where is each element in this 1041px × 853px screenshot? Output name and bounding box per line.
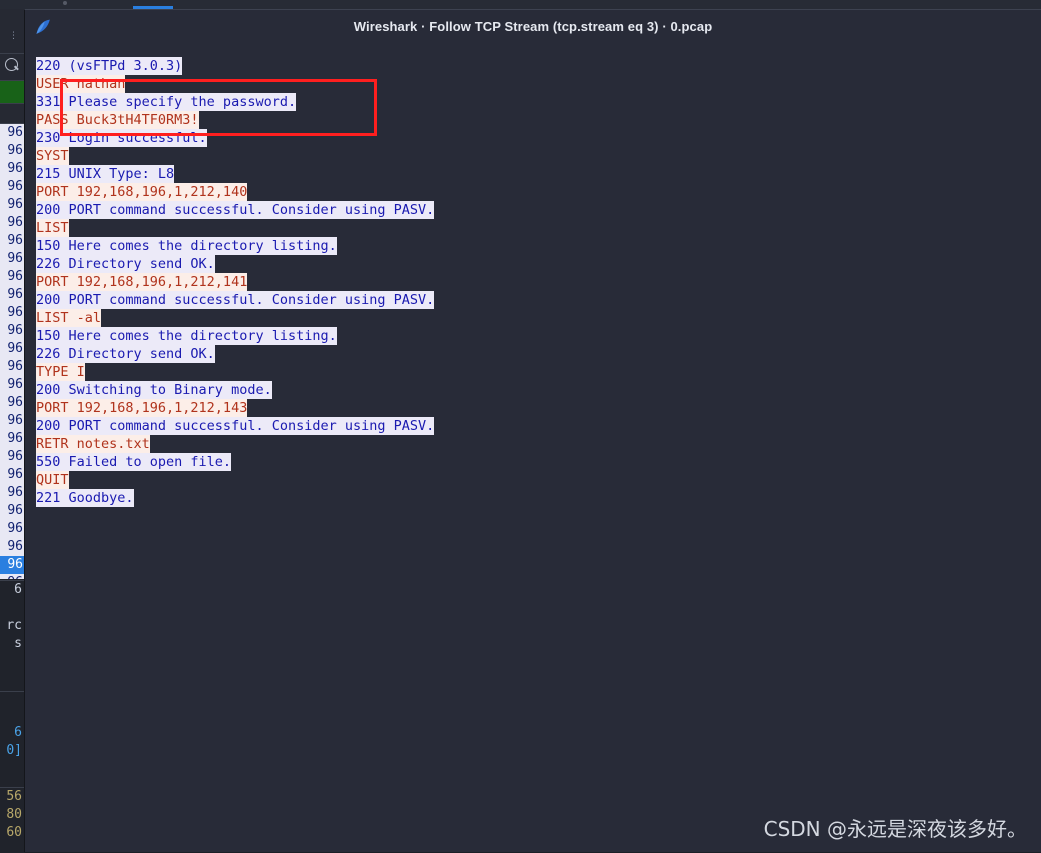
packet-row[interactable]: 96 bbox=[0, 484, 24, 502]
subtree-text: 0] bbox=[6, 743, 22, 758]
packet-row[interactable]: 96 bbox=[0, 574, 24, 579]
packet-row[interactable]: 96 bbox=[0, 124, 24, 142]
bytes-text: 60 bbox=[6, 825, 22, 840]
stream-line-server: 230 Login successful. bbox=[36, 129, 207, 147]
stream-line-server: 200 PORT command successful. Consider us… bbox=[36, 291, 435, 309]
packet-row[interactable]: 96 bbox=[0, 160, 24, 178]
packet-row[interactable]: 96 bbox=[0, 412, 24, 430]
stream-line-client: TYPE I bbox=[36, 363, 85, 381]
dialog-title: Wireshark · Follow TCP Stream (tcp.strea… bbox=[353, 19, 713, 34]
packet-row[interactable]: 96 bbox=[0, 304, 24, 322]
display-filter-input-sliver[interactable] bbox=[0, 81, 24, 104]
packet-row[interactable]: 96 bbox=[0, 448, 24, 466]
stream-line-client: LIST bbox=[36, 219, 69, 237]
packet-bytes-pane-sliver[interactable]: 56 80 60 bbox=[0, 787, 24, 853]
packet-row[interactable]: 96 bbox=[0, 268, 24, 286]
packet-row[interactable]: 96 bbox=[0, 196, 24, 214]
stream-line-server: 221 Goodbye. bbox=[36, 489, 134, 507]
stream-line-client: QUIT bbox=[36, 471, 69, 489]
packet-row[interactable]: 96 bbox=[0, 250, 24, 268]
stream-line-client: RETR notes.txt bbox=[36, 435, 150, 453]
stream-line-server: 200 PORT command successful. Consider us… bbox=[36, 417, 435, 435]
stream-line-server: 226 Directory send OK. bbox=[36, 255, 215, 273]
packet-row[interactable]: 96 bbox=[0, 466, 24, 484]
main-toolbar-sliver: ⋮ bbox=[0, 9, 24, 54]
packet-row[interactable]: 96 bbox=[0, 286, 24, 304]
stream-line-server: 200 PORT command successful. Consider us… bbox=[36, 201, 435, 219]
dialog-title-bar: Wireshark · Follow TCP Stream (tcp.strea… bbox=[25, 10, 1041, 46]
packet-list-sliver[interactable]: 96 96 96 96 96 96 96 96 96 96 96 96 96 9… bbox=[0, 124, 24, 579]
stream-line-server: 200 Switching to Binary mode. bbox=[36, 381, 272, 399]
packet-detail-pane-sliver[interactable]: 6 rc s bbox=[0, 580, 24, 691]
packet-row[interactable]: 96 bbox=[0, 376, 24, 394]
packet-row[interactable]: 96 bbox=[0, 178, 24, 196]
search-icon[interactable] bbox=[5, 58, 18, 71]
packet-row[interactable]: 96 bbox=[0, 340, 24, 358]
detail-text: s bbox=[14, 636, 22, 651]
stream-line-client: PORT 192,168,196,1,212,140 bbox=[36, 183, 248, 201]
detail-text: rc bbox=[6, 618, 22, 633]
tab-dot-icon bbox=[63, 1, 67, 5]
stream-line-server: 220 (vsFTPd 3.0.3) bbox=[36, 57, 183, 75]
column-header-sliver bbox=[0, 104, 24, 124]
packet-row[interactable]: 96 bbox=[0, 394, 24, 412]
packet-row[interactable]: 96 bbox=[0, 538, 24, 556]
stream-line-client: PORT 192,168,196,1,212,141 bbox=[36, 273, 248, 291]
stream-line-client: SYST bbox=[36, 147, 69, 165]
stream-line-server: 150 Here comes the directory listing. bbox=[36, 327, 337, 345]
subtree-text: 6 bbox=[14, 725, 22, 740]
follow-tcp-stream-dialog: Wireshark · Follow TCP Stream (tcp.strea… bbox=[24, 9, 1041, 852]
stream-content-view[interactable]: 220 (vsFTPd 3.0.3) USER nathan 331 Pleas… bbox=[25, 46, 1041, 852]
packet-row[interactable]: 96 bbox=[0, 520, 24, 538]
detail-text: 6 bbox=[14, 582, 22, 597]
stream-line-client: PASS Buck3tH4TF0RM3! bbox=[36, 111, 199, 129]
packet-row[interactable]: 96 bbox=[0, 142, 24, 160]
stream-line-client: USER nathan bbox=[36, 75, 126, 93]
packet-row[interactable]: 96 bbox=[0, 232, 24, 250]
watermark-text: CSDN @永远是深夜该多好。 bbox=[763, 817, 1027, 841]
packet-subtree-pane-sliver[interactable]: 6 0] bbox=[0, 691, 24, 787]
stream-line-server: 226 Directory send OK. bbox=[36, 345, 215, 363]
stream-line-client: PORT 192,168,196,1,212,143 bbox=[36, 399, 248, 417]
stream-line-client: LIST -al bbox=[36, 309, 102, 327]
toolbar-overflow-icon[interactable]: ⋮ bbox=[9, 32, 18, 41]
stream-line-server: 150 Here comes the directory listing. bbox=[36, 237, 337, 255]
bytes-text: 56 bbox=[6, 789, 22, 804]
stream-line-server: 331 Please specify the password. bbox=[36, 93, 297, 111]
packet-row[interactable]: 96 bbox=[0, 502, 24, 520]
packet-row-selected[interactable]: 96 bbox=[0, 556, 24, 574]
packet-row[interactable]: 96 bbox=[0, 358, 24, 376]
packet-row[interactable]: 96 bbox=[0, 322, 24, 340]
packet-row[interactable]: 96 bbox=[0, 430, 24, 448]
bytes-text: 80 bbox=[6, 807, 22, 822]
stream-line-server: 550 Failed to open file. bbox=[36, 453, 232, 471]
stream-line-server: 215 UNIX Type: L8 bbox=[36, 165, 175, 183]
packet-row[interactable]: 96 bbox=[0, 214, 24, 232]
